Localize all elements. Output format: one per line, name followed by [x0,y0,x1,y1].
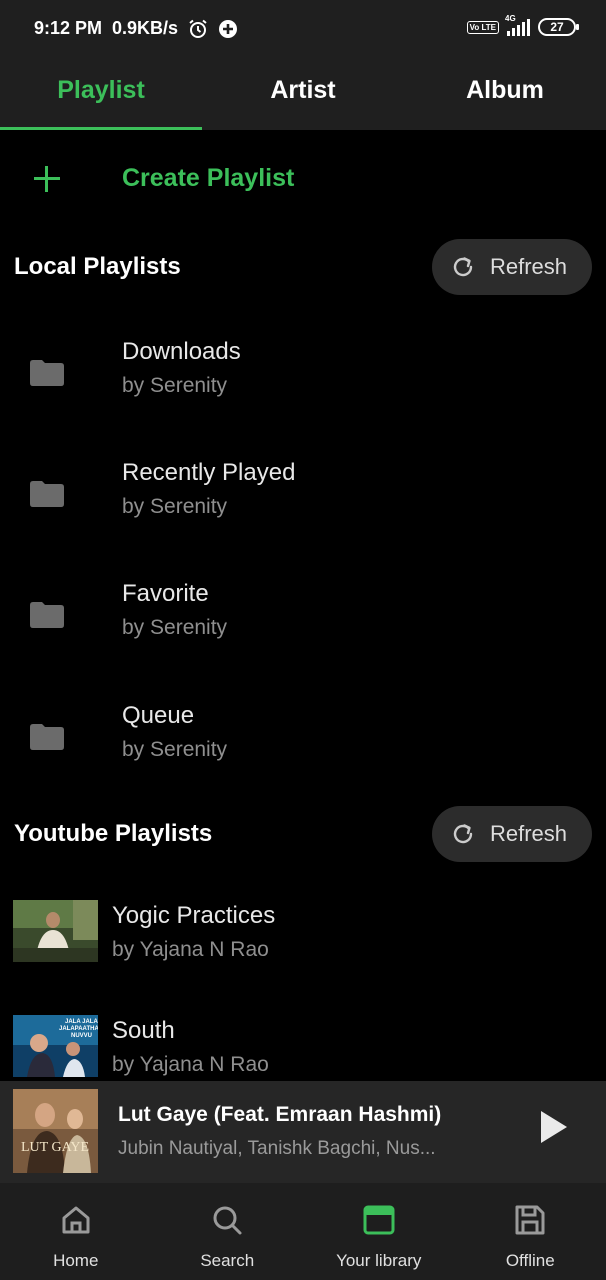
alarm-icon [189,19,207,38]
playlist-owner: by Serenity [122,738,228,761]
play-icon[interactable] [538,1109,570,1145]
playlist-title: Recently Played [122,459,296,486]
list-item[interactable]: Queue by Serenity [0,702,606,802]
nav-label: Your library [336,1251,422,1270]
tab-artist[interactable]: Artist [202,58,404,130]
playlist-owner: by Serenity [122,495,228,518]
playlist-title: Yogic Practices [112,902,276,929]
save-icon [515,1205,545,1235]
thumb-text: JALA JALA [65,1019,98,1025]
album-art-title: LUT GAYE [21,1140,89,1155]
playlist-thumbnail: JALA JALA JALAPAATHAM NUVVU [13,1015,98,1077]
local-playlists-header: Local Playlists Refresh [0,239,606,295]
status-time: 9:12 PM [34,18,103,38]
create-playlist-button[interactable]: Create Playlist [0,150,606,210]
nav-search[interactable]: Search [152,1183,304,1280]
folder-icon [30,360,64,386]
status-left: 9:12 PM 0.9KB/s [34,18,238,39]
playlist-owner: by Serenity [122,616,228,639]
tab-album[interactable]: Album [404,58,606,130]
playlist-owner: by Yajana N Rao [112,1053,269,1076]
playlist-title: Favorite [122,580,209,607]
svg-text:JALAPAATHAM: JALAPAATHAM [59,1026,98,1032]
status-bar: 9:12 PM 0.9KB/s Vo LTE 4G 27 [0,0,606,58]
nav-offline[interactable]: Offline [455,1183,606,1280]
refresh-icon [453,824,473,844]
list-item[interactable]: Yogic Practices by Yajana N Rao [0,900,606,990]
tab-playlist[interactable]: Playlist [0,58,202,130]
list-item[interactable]: Downloads by Serenity [0,338,606,438]
folder-icon [30,724,64,750]
home-icon [62,1206,90,1234]
folder-icon [30,481,64,507]
folder-icon [30,602,64,628]
bottom-nav: Home Search Your library Offline [0,1183,606,1280]
playlist-thumbnail [13,900,98,962]
svg-text:NUVVU: NUVVU [71,1033,92,1039]
youtube-refresh-button[interactable]: Refresh [432,806,592,862]
refresh-label: Refresh [490,821,568,846]
plus-icon [34,166,60,192]
now-playing-bar[interactable]: LUT GAYE Lut Gaye (Feat. Emraan Hashmi) … [0,1081,606,1183]
nav-label: Search [200,1251,255,1270]
list-item[interactable]: Favorite by Serenity [0,580,606,680]
status-right: Vo LTE 4G 27 [466,14,579,36]
tab-bar: Playlist Artist Album [0,58,606,130]
plus-circle-icon [219,19,238,38]
playlist-owner: by Yajana N Rao [112,938,269,961]
refresh-label: Refresh [490,254,568,279]
battery-icon: 27 [538,18,579,36]
nav-label: Home [53,1251,99,1270]
search-icon [213,1206,242,1235]
youtube-playlists-header: Youtube Playlists Refresh [0,806,606,862]
now-playing-artist: Jubin Nautiyal, Tanishk Bagchi, Nus... [118,1138,436,1159]
playlist-title: Queue [122,702,195,729]
create-playlist-label: Create Playlist [122,164,295,192]
nav-your-library[interactable]: Your library [303,1183,455,1280]
library-icon [363,1205,395,1235]
list-item[interactable]: Recently Played by Serenity [0,459,606,559]
section-title: Youtube Playlists [14,820,213,847]
album-art: LUT GAYE [13,1089,98,1173]
playlist-title: South [112,1017,175,1044]
status-net-speed: 0.9KB/s [112,18,179,38]
signal-icon: 4G [505,14,530,36]
playlist-owner: by Serenity [122,374,228,397]
refresh-icon [453,257,473,277]
nav-home[interactable]: Home [0,1183,152,1280]
playlist-title: Downloads [122,338,241,365]
now-playing-title: Lut Gaye (Feat. Emraan Hashmi) [118,1103,442,1126]
section-title: Local Playlists [14,253,181,280]
local-refresh-button[interactable]: Refresh [432,239,592,295]
volte-icon: Vo LTE [466,20,499,34]
nav-label: Offline [505,1251,555,1270]
